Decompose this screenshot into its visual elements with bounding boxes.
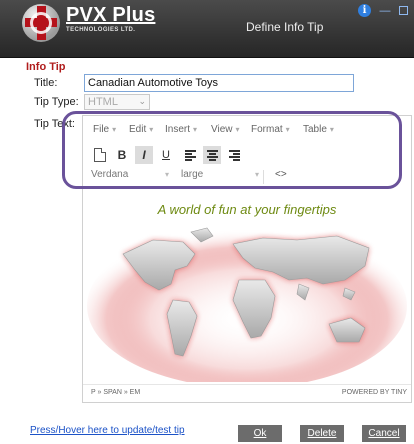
world-map-image (87, 224, 407, 382)
minimize-icon[interactable]: — (378, 4, 392, 18)
tip-type-value: HTML (88, 96, 118, 108)
update-test-tip-link[interactable]: Press/Hover here to update/test tip (30, 425, 185, 436)
delete-button[interactable]: Delete (300, 425, 344, 442)
toolbar-highlight-frame (62, 111, 402, 189)
section-title: Info Tip (26, 61, 66, 73)
powered-by-label: POWERED BY TINY (341, 389, 407, 396)
brand-subtitle: TECHNOLOGIES LTD. (66, 27, 136, 33)
maximize-icon[interactable] (396, 4, 410, 18)
title-input[interactable] (84, 74, 354, 92)
ok-button[interactable]: Ok (238, 425, 282, 442)
window-title: Define Info Tip (246, 20, 324, 34)
info-icon[interactable]: i (358, 4, 371, 17)
element-path: P » SPAN » EM (91, 389, 141, 396)
title-bar: PVX Plus TECHNOLOGIES LTD. Define Info T… (0, 0, 414, 58)
pvx-logo-icon (22, 4, 60, 42)
editor-statusbar: P » SPAN » EM POWERED BY TINY (83, 384, 411, 402)
tip-type-select[interactable]: HTML ⌄ (84, 94, 150, 110)
title-label: Title: (34, 77, 58, 89)
chevron-down-icon: ⌄ (138, 96, 146, 106)
tip-type-label: Tip Type: (34, 96, 79, 108)
editor-content[interactable]: A world of fun at your fingertips (83, 196, 411, 382)
brand-name: PVX Plus (66, 4, 156, 26)
cancel-button[interactable]: Cancel (362, 425, 406, 442)
